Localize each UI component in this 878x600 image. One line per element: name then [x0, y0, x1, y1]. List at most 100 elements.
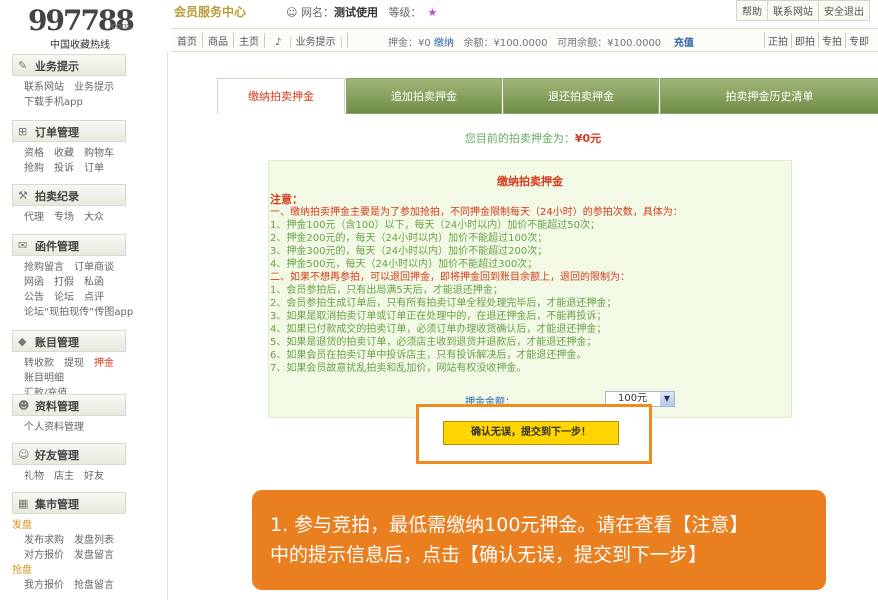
sidebar-header[interactable]: ☺ 好友管理 [12, 443, 126, 465]
nav-zhuanpai[interactable]: 专拍 [818, 33, 845, 48]
sidebar-link[interactable]: 收藏 [54, 148, 74, 159]
tab-add-deposit[interactable]: 追加拍卖押金 [346, 78, 502, 114]
sidebar-category: 发盘 [12, 520, 32, 531]
top-navbar: 首页 商品 主页 ♪ 业务提示 押金：¥0 缴纳 余额：¥100.0000 可用… [172, 28, 878, 52]
sidebar-link[interactable]: 私函 [84, 277, 104, 288]
notice-line: 2、会员参拍生成订单后，只有所有拍卖订单全程处理完毕后，才能退还押金； [270, 298, 617, 309]
nav-business-tips-label: 业务提示 [290, 37, 342, 48]
sidebar-link[interactable]: 论坛“现拍现传”传图app [24, 307, 133, 318]
gavel-icon: ⚒ [18, 189, 28, 202]
nav-homepage[interactable]: 主页 [234, 33, 265, 48]
sidebar-link[interactable]: 专场 [54, 212, 74, 223]
notice-line: 二、如果不想再参拍，可以退回押金，即将押金回到账目余额上，退回的限制为： [270, 272, 630, 283]
sidebar-link[interactable]: 抢盘留言 [74, 580, 114, 591]
sidebar-header[interactable]: ☻ 资料管理 [12, 394, 126, 416]
sidebar-link[interactable]: 提现 [64, 358, 84, 369]
nav-zhuanji[interactable]: 专即 [845, 33, 872, 48]
amount-value: 100元 [618, 393, 648, 404]
sidebar-link[interactable]: 转收款 [24, 358, 54, 369]
pay-link[interactable]: 缴纳 [434, 38, 454, 49]
nav-home[interactable]: 首页 [172, 33, 203, 48]
sidebar-link[interactable]: 礼物 [24, 471, 44, 482]
sidebar-link[interactable]: 公告 [24, 292, 44, 303]
sidebar-header-label: 业务提示 [35, 60, 79, 73]
nav-business-tips[interactable]: ♪ 业务提示 [265, 33, 348, 48]
sidebar-link[interactable]: 购物车 [84, 148, 114, 159]
sidebar-link[interactable]: 资格 [24, 148, 44, 159]
sidebar-link[interactable]: 联系网站 [24, 82, 64, 93]
sidebar-link[interactable]: 发盘留言 [74, 550, 114, 561]
sidebar-link[interactable]: 我方报价 [24, 580, 64, 591]
logout-link[interactable]: 安全退出 [818, 0, 870, 21]
current-deposit: 您目前的拍卖押金为：¥0元 [188, 130, 878, 146]
notice-line: 3、如果是取消拍卖订单或订单正在处理中的，在退还押金后，不能再投诉； [270, 311, 607, 322]
deposit-form: 缴纳拍卖押金 注意： 一、缴纳拍卖押金主要是为了参加抢拍，不同押金限制每天（24… [268, 160, 792, 418]
sidebar-link[interactable]: 抢购留言 [24, 262, 64, 273]
contact-link[interactable]: 联系网站 [767, 0, 819, 21]
sidebar-link[interactable]: 论坛 [54, 292, 74, 303]
help-link[interactable]: 帮助 [736, 0, 768, 21]
sidebar-header[interactable]: ▦ 集市管理 [12, 492, 126, 514]
chevron-down-icon[interactable]: ▼ [660, 392, 674, 406]
sidebar-link[interactable]: 店主 [54, 471, 74, 482]
user-name: 测试使用 [333, 6, 378, 19]
sidebar-link[interactable]: 订单 [84, 163, 104, 174]
sidebar-section-orders: ⊞ 订单管理 资格 收藏 购物车 抢购 投诉 订单 [12, 120, 126, 176]
confirm-highlight: 确认无误，提交到下一步！ [416, 404, 652, 464]
sidebar-link[interactable]: 订单商谈 [74, 262, 114, 273]
envelope-icon: ✉ [18, 239, 28, 252]
sidebar-header-label: 函件管理 [35, 240, 79, 253]
nav-zhengpai[interactable]: 正拍 [764, 33, 791, 48]
sidebar-link[interactable]: 网函 [24, 277, 44, 288]
sidebar-header[interactable]: ◆ 账目管理 [12, 330, 126, 352]
notice-heading: 注意： [270, 193, 303, 206]
site-logo[interactable]: 997788 .com 中国收藏热线 [28, 4, 168, 51]
nav-goods[interactable]: 商品 [203, 33, 234, 48]
sidebar-header-label: 好友管理 [35, 449, 79, 462]
notice-line: 7、如果会员故意扰乱拍卖和乱加价，网站有权没收押金。 [270, 363, 527, 374]
sidebar-section-business: ✎ 业务提示 联系网站 业务提示 下载手机app [12, 54, 126, 110]
market-icon: ▦ [18, 497, 29, 510]
sidebar-header[interactable]: ✎ 业务提示 [12, 54, 126, 76]
recharge-link[interactable]: 充值 [674, 38, 694, 49]
user-label: 网名： [300, 6, 334, 19]
sidebar-link-deposit[interactable]: 押金 [94, 358, 114, 369]
sidebar-link[interactable]: 投诉 [54, 163, 74, 174]
sidebar-header-label: 集市管理 [35, 498, 79, 511]
tab-bar: 缴纳拍卖押金 追加拍卖押金 退还拍卖押金 拍卖押金历史清单 [217, 78, 878, 114]
sidebar-link[interactable]: 抢购 [24, 163, 44, 174]
sidebar-link[interactable]: 打假 [54, 277, 74, 288]
logo-subtitle: 中国收藏热线 [50, 40, 110, 51]
sidebar-section-profile: ☻ 资料管理 个人资料管理 [12, 394, 126, 435]
tab-refund-deposit[interactable]: 退还拍卖押金 [503, 78, 659, 114]
tab-deposit-history[interactable]: 拍卖押金历史清单 [660, 78, 878, 114]
sidebar-header[interactable]: ⊞ 订单管理 [12, 120, 126, 142]
sidebar-link[interactable]: 发盘列表 [74, 535, 114, 546]
logo-suffix: .com [108, 22, 131, 32]
sidebar-link[interactable]: 代理 [24, 212, 44, 223]
form-title: 缴纳拍卖押金 [497, 175, 563, 188]
sidebar-header[interactable]: ✉ 函件管理 [12, 234, 126, 256]
tab-pay-deposit[interactable]: 缴纳拍卖押金 [217, 78, 345, 114]
sidebar-link[interactable]: 对方报价 [24, 550, 64, 561]
sidebar-header-label: 拍卖纪录 [35, 190, 79, 203]
current-deposit-value: ¥0元 [574, 132, 602, 145]
notice-line: 2、押金200元的，每天（24小时以内）加价不能超过100次； [270, 233, 548, 244]
sidebar-link[interactable]: 业务提示 [74, 82, 114, 93]
sidebar-link[interactable]: 发布求购 [24, 535, 64, 546]
logo-number: 997788 [28, 4, 135, 37]
sidebar-link[interactable]: 账目明细 [24, 373, 64, 384]
sidebar-link[interactable]: 个人资料管理 [24, 422, 84, 433]
sidebar-link[interactable]: 点评 [84, 292, 104, 303]
sidebar-section-letters: ✉ 函件管理 抢购留言 订单商谈 网函 打假 私函 公告 论坛 点评 论坛“现拍现传”传图a… [12, 234, 133, 320]
cart-icon: ⊞ [18, 125, 28, 138]
nav-jipai[interactable]: 即拍 [791, 33, 818, 48]
sidebar-header[interactable]: ⚒ 拍卖纪录 [12, 184, 126, 206]
sidebar-header-label: 账目管理 [35, 336, 79, 349]
notice-line: 1、押金100元（含100）以下，每天（24小时以内）加价不能超过50次； [270, 220, 600, 231]
sidebar-link[interactable]: 大众 [84, 212, 104, 223]
sidebar-link[interactable]: 下载手机app [24, 97, 83, 108]
sidebar-link[interactable]: 好友 [84, 471, 104, 482]
notice-line: 3、押金300元的，每天（24小时以内）加价不能超过200次； [270, 246, 548, 257]
confirm-submit-button[interactable]: 确认无误，提交到下一步！ [443, 421, 619, 445]
